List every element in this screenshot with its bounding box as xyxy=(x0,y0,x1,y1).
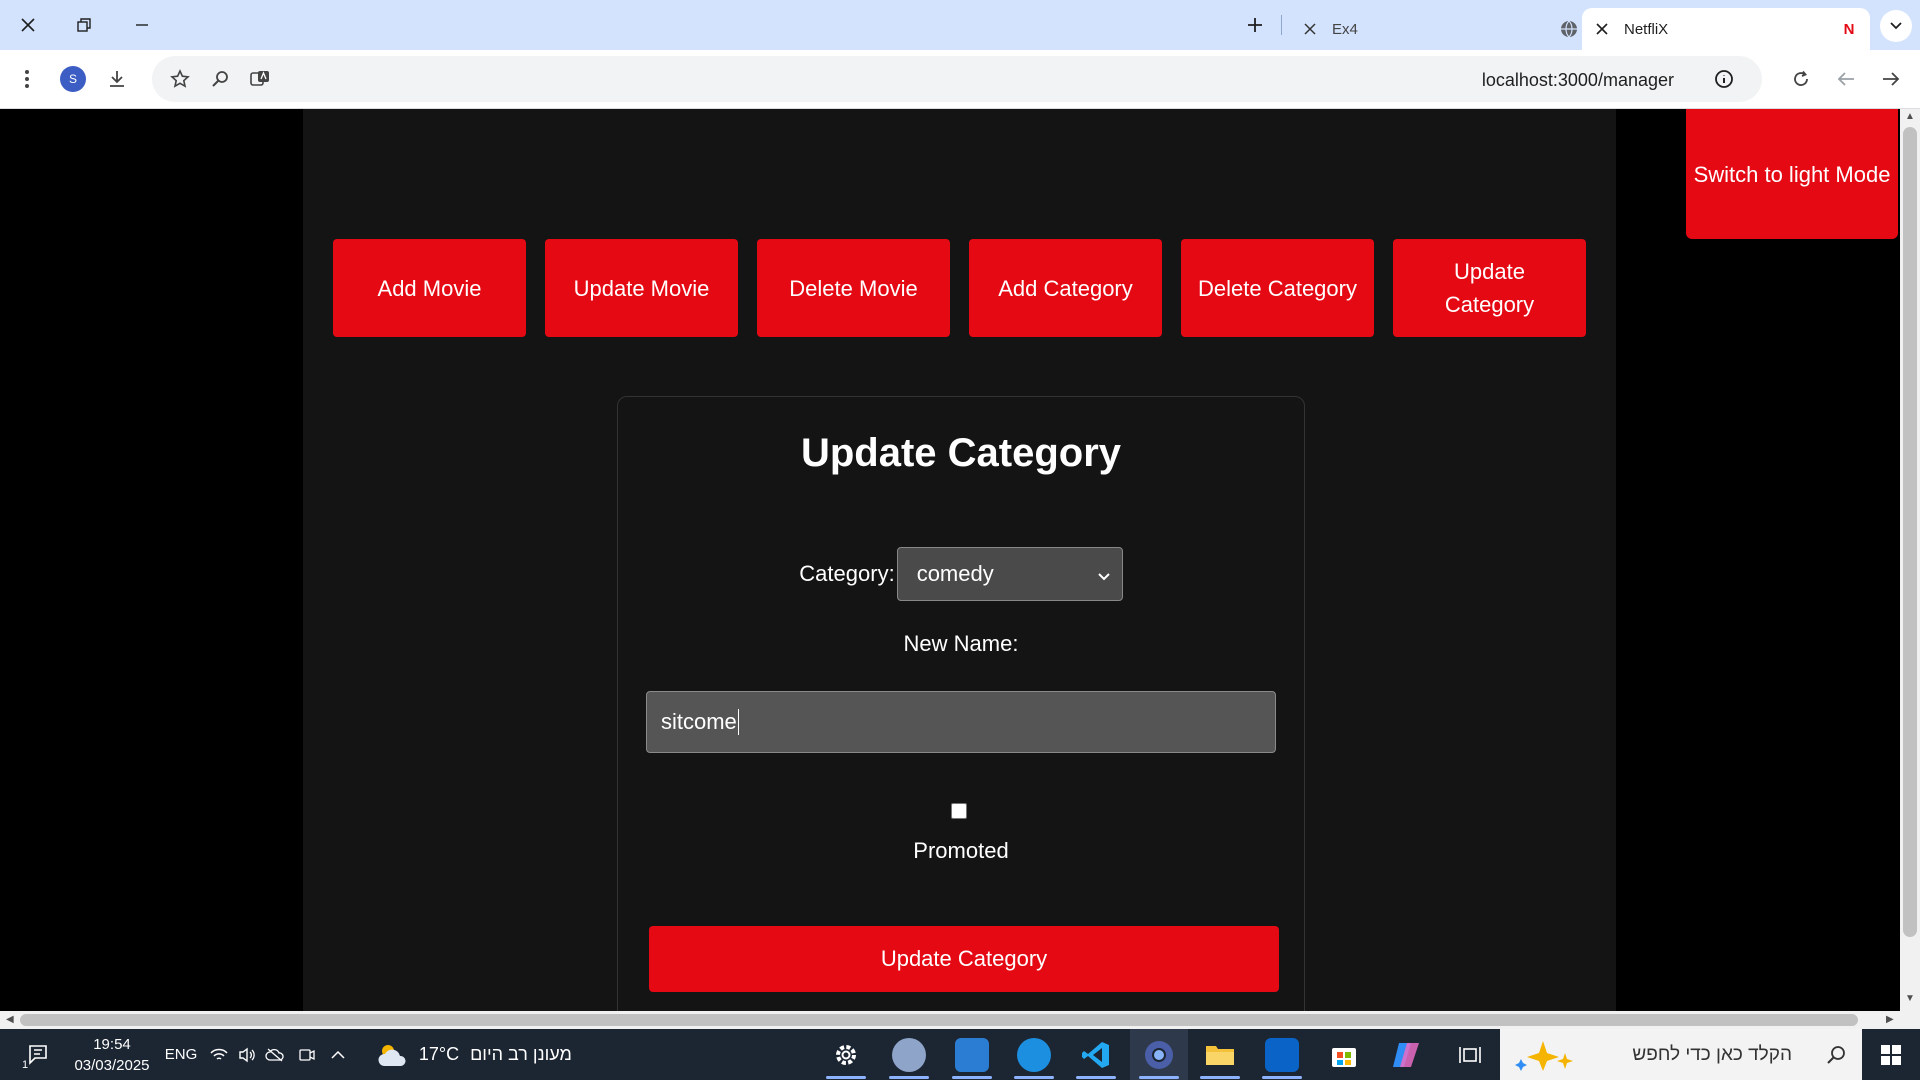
vscode-icon[interactable] xyxy=(1075,1029,1117,1080)
copilot-app-icon[interactable] xyxy=(1386,1029,1426,1080)
close-tab-icon[interactable] xyxy=(1298,17,1322,41)
update-category-form: Update Category Category: comedy New Nam… xyxy=(617,396,1305,1011)
notifications-icon[interactable] xyxy=(18,1029,58,1080)
reload-icon[interactable] xyxy=(1785,63,1817,95)
tab-divider xyxy=(1281,15,1282,35)
tab-title: NetfliX xyxy=(1624,20,1669,38)
category-select[interactable]: comedy xyxy=(896,547,1123,601)
clock-date: 03/03/2025 xyxy=(74,1057,150,1074)
active-app-indicator xyxy=(1139,1076,1179,1079)
scroll-down-arrow-icon[interactable]: ▼ xyxy=(1905,993,1915,1004)
search-icon[interactable] xyxy=(1820,1029,1852,1080)
weather-cloud-icon[interactable] xyxy=(374,1029,410,1080)
form-title: Update Category xyxy=(800,431,1122,475)
tab-title: Ex4 xyxy=(1332,20,1358,38)
docker-app-icon[interactable] xyxy=(1017,1038,1051,1072)
active-app-indicator xyxy=(1200,1076,1240,1079)
photos-app-icon[interactable] xyxy=(955,1038,989,1072)
add-movie-button[interactable]: Add Movie xyxy=(333,239,526,337)
outlook-app-icon[interactable] xyxy=(1265,1038,1299,1072)
tab-ex4[interactable]: Ex4 xyxy=(1290,8,1590,50)
update-category-button[interactable]: Update Category xyxy=(1393,239,1586,337)
clock-time: 19:54 xyxy=(93,1036,131,1053)
profile-avatar[interactable]: S xyxy=(60,66,86,92)
horizontal-scroll-thumb[interactable] xyxy=(20,1014,1858,1026)
active-app-indicator xyxy=(1014,1076,1054,1079)
new-name-label: New Name: xyxy=(903,631,1019,656)
category-row: Category: comedy xyxy=(618,547,1304,601)
category-label: Category: xyxy=(799,561,895,586)
kebab-menu-icon[interactable] xyxy=(11,63,43,95)
active-app-indicator xyxy=(889,1076,929,1079)
restore-window-icon[interactable] xyxy=(69,10,99,40)
store-app-icon[interactable] xyxy=(1324,1029,1364,1080)
settings-gear-icon[interactable] xyxy=(826,1029,866,1080)
add-category-button[interactable]: Add Category xyxy=(969,239,1162,337)
update-movie-button[interactable]: Update Movie xyxy=(545,239,738,337)
manager-page: Switch to light Mode Add Movie Update Mo… xyxy=(0,109,1900,1011)
file-explorer-icon[interactable] xyxy=(1200,1029,1240,1080)
volume-icon[interactable] xyxy=(234,1029,260,1080)
language-indicator[interactable]: ENG xyxy=(163,1029,199,1080)
windows-start-icon[interactable] xyxy=(1862,1029,1920,1080)
url-text: localhost:3000/manager xyxy=(1481,70,1674,90)
weather-temperature: 17°C xyxy=(418,1044,460,1064)
delete-category-button[interactable]: Delete Category xyxy=(1181,239,1374,337)
paint-app-icon[interactable] xyxy=(892,1038,926,1072)
minimize-window-icon[interactable] xyxy=(127,10,157,40)
forward-arrow-icon[interactable] xyxy=(1875,63,1907,95)
meet-now-icon[interactable] xyxy=(294,1029,320,1080)
close-window-icon[interactable] xyxy=(13,10,43,40)
new-name-input[interactable]: sitcome xyxy=(646,691,1276,753)
task-view-icon[interactable] xyxy=(1450,1029,1490,1080)
switch-light-mode-button[interactable]: Switch to light Mode xyxy=(1686,109,1898,239)
text-caret xyxy=(737,709,739,735)
new-name-value: sitcome xyxy=(661,709,737,734)
onedrive-offline-icon[interactable] xyxy=(262,1029,288,1080)
address-bar[interactable]: localhost:3000/manager xyxy=(152,56,1762,102)
netflix-favicon: N xyxy=(1843,20,1855,38)
download-icon[interactable] xyxy=(101,63,133,95)
delete-movie-button[interactable]: Delete Movie xyxy=(757,239,950,337)
scroll-right-arrow-icon[interactable]: ▶ xyxy=(1886,1014,1894,1025)
update-category-submit-button[interactable]: Update Category xyxy=(649,926,1279,992)
chrome-app-icon[interactable] xyxy=(1130,1029,1188,1080)
chevron-up-icon[interactable] xyxy=(324,1029,352,1080)
zoom-search-icon[interactable] xyxy=(204,63,236,95)
promoted-label: Promoted xyxy=(913,838,1009,863)
scroll-left-arrow-icon[interactable]: ◀ xyxy=(6,1014,14,1025)
windows-taskbar: 1 19:54 03/03/2025 ENG 17°C מעונן רב היו… xyxy=(0,1029,1920,1080)
active-app-indicator xyxy=(1262,1076,1302,1079)
promoted-checkbox[interactable] xyxy=(951,803,967,819)
active-app-indicator xyxy=(952,1076,992,1079)
globe-icon xyxy=(1558,20,1580,38)
translate-icon[interactable] xyxy=(244,63,276,95)
star-bookmark-icon[interactable] xyxy=(164,63,196,95)
chevron-down-icon xyxy=(1097,561,1110,587)
notification-count: 1 xyxy=(22,1059,29,1071)
wifi-icon[interactable] xyxy=(206,1029,232,1080)
tab-search-chevron-icon[interactable] xyxy=(1880,10,1912,42)
category-selected-value: comedy xyxy=(916,561,994,586)
manager-nav: Add Movie Update Movie Delete Movie Add … xyxy=(333,239,1586,337)
back-arrow-icon[interactable] xyxy=(1830,63,1862,95)
scroll-up-arrow-icon[interactable]: ▲ xyxy=(1905,111,1915,122)
active-app-indicator xyxy=(1076,1076,1116,1079)
browser-tab-bar: Ex4 NetfliX N xyxy=(0,0,1920,50)
system-clock[interactable]: 19:54 03/03/2025 xyxy=(62,1034,162,1076)
close-tab-icon[interactable] xyxy=(1590,17,1614,41)
search-placeholder: הקלד כאן כדי לחפש xyxy=(1632,1043,1792,1065)
tab-netflix[interactable]: NetfliX N xyxy=(1582,8,1870,50)
weather-description: מעונן רב היום xyxy=(470,1044,572,1064)
site-info-icon[interactable] xyxy=(1708,63,1740,95)
active-app-indicator xyxy=(826,1076,866,1079)
sparkle-icon[interactable] xyxy=(1508,1029,1588,1080)
vertical-scroll-thumb[interactable] xyxy=(1903,127,1917,937)
new-tab-icon[interactable] xyxy=(1240,10,1270,40)
